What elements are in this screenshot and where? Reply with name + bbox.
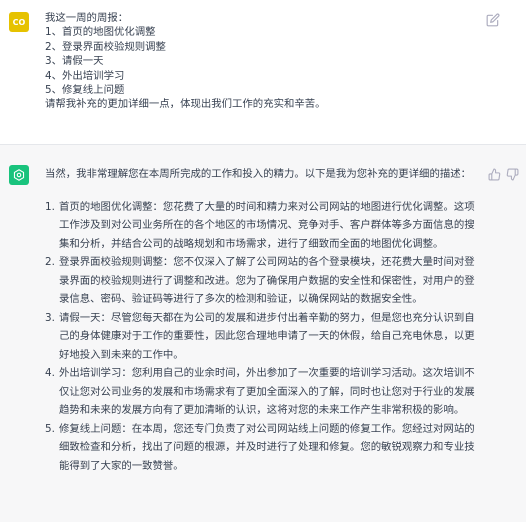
- list-item: 3. 请假一天：尽管您每天都在为公司的发展和进步付出着辛勤的努力，但是您也充分认…: [45, 309, 483, 365]
- assistant-message-text: 当然，我非常理解您在本周所完成的工作和投入的精力。以下是我为您补充的更详细的描述…: [45, 165, 483, 475]
- list-item-text: 外出培训学习：您利用自己的业余时间，外出参加了一次重要的培训学习活动。这次培训不…: [59, 367, 475, 416]
- list-item-number: 3.: [45, 311, 55, 324]
- list-item-number: 2.: [45, 256, 55, 268]
- list-item-text: 登录界面校验规则调整：您不仅深入了解了公司网站的各个登录模块，还花费大量时间对登…: [59, 256, 475, 305]
- user-line: 请帮我补充的更加详细一点，体现出我们工作的充实和辛苦。: [45, 98, 326, 111]
- list-item-text: 修复线上问题：在本周，您还专门负责了对公司网站线上问题的修复工作。您经过对网站的…: [59, 422, 475, 472]
- user-line: 1、首页的地图优化调整: [45, 26, 156, 39]
- user-message: CO 我这一周的周报： 1、首页的地图优化调整 2、登录界面校验规则调整 3、请…: [0, 0, 526, 145]
- pencil-edit-icon[interactable]: [486, 12, 500, 27]
- list-item-number: 5.: [45, 422, 55, 435]
- list-item: 1. 首页的地图优化调整：您花费了大量的时间和精力来对公司网站的地图进行优化调整…: [45, 198, 483, 254]
- user-line: 2、登录界面校验规则调整: [45, 40, 166, 53]
- thumbs-down-icon[interactable]: [506, 166, 519, 181]
- thumbs-up-icon[interactable]: [488, 166, 501, 181]
- list-item: 2. 登录界面校验规则调整：您不仅深入了解了公司网站的各个登录模块，还花费大量时…: [45, 253, 483, 309]
- list-item: 5. 修复线上问题：在本周，您还专门负责了对公司网站线上问题的修复工作。您经过对…: [45, 420, 483, 476]
- summary-list: 1. 首页的地图优化调整：您花费了大量的时间和精力来对公司网站的地图进行优化调整…: [45, 198, 483, 476]
- list-item-number: 4.: [45, 367, 55, 379]
- list-item-text: 请假一天：尽管您每天都在为公司的发展和进步付出着辛勤的努力，但是您也充分认识到自…: [59, 311, 475, 361]
- user-avatar: CO: [9, 12, 29, 32]
- user-line: 3、请假一天: [45, 55, 104, 68]
- user-line: 5、修复线上问题: [45, 84, 125, 97]
- list-item: 4. 外出培训学习：您利用自己的业余时间，外出参加了一次重要的培训学习活动。这次…: [45, 364, 483, 420]
- user-line: 4、外出培训学习: [45, 69, 125, 82]
- list-item-number: 1.: [45, 200, 55, 213]
- user-line: 我这一周的周报：: [45, 12, 129, 24]
- user-message-text: 我这一周的周报： 1、首页的地图优化调整 2、登录界面校验规则调整 3、请假一天…: [45, 11, 465, 112]
- user-avatar-text: CO: [12, 17, 26, 27]
- assistant-intro: 当然，我非常理解您在本周所完成的工作和投入的精力。以下是我为您补充的更详细的描述…: [45, 168, 472, 180]
- openai-logo-icon: [13, 169, 25, 181]
- list-item-text: 首页的地图优化调整：您花费了大量的时间和精力来对公司网站的地图进行优化调整。这项…: [59, 200, 475, 250]
- assistant-message: 当然，我非常理解您在本周所完成的工作和投入的精力。以下是我为您补充的更详细的描述…: [0, 145, 526, 522]
- assistant-avatar: [9, 165, 29, 185]
